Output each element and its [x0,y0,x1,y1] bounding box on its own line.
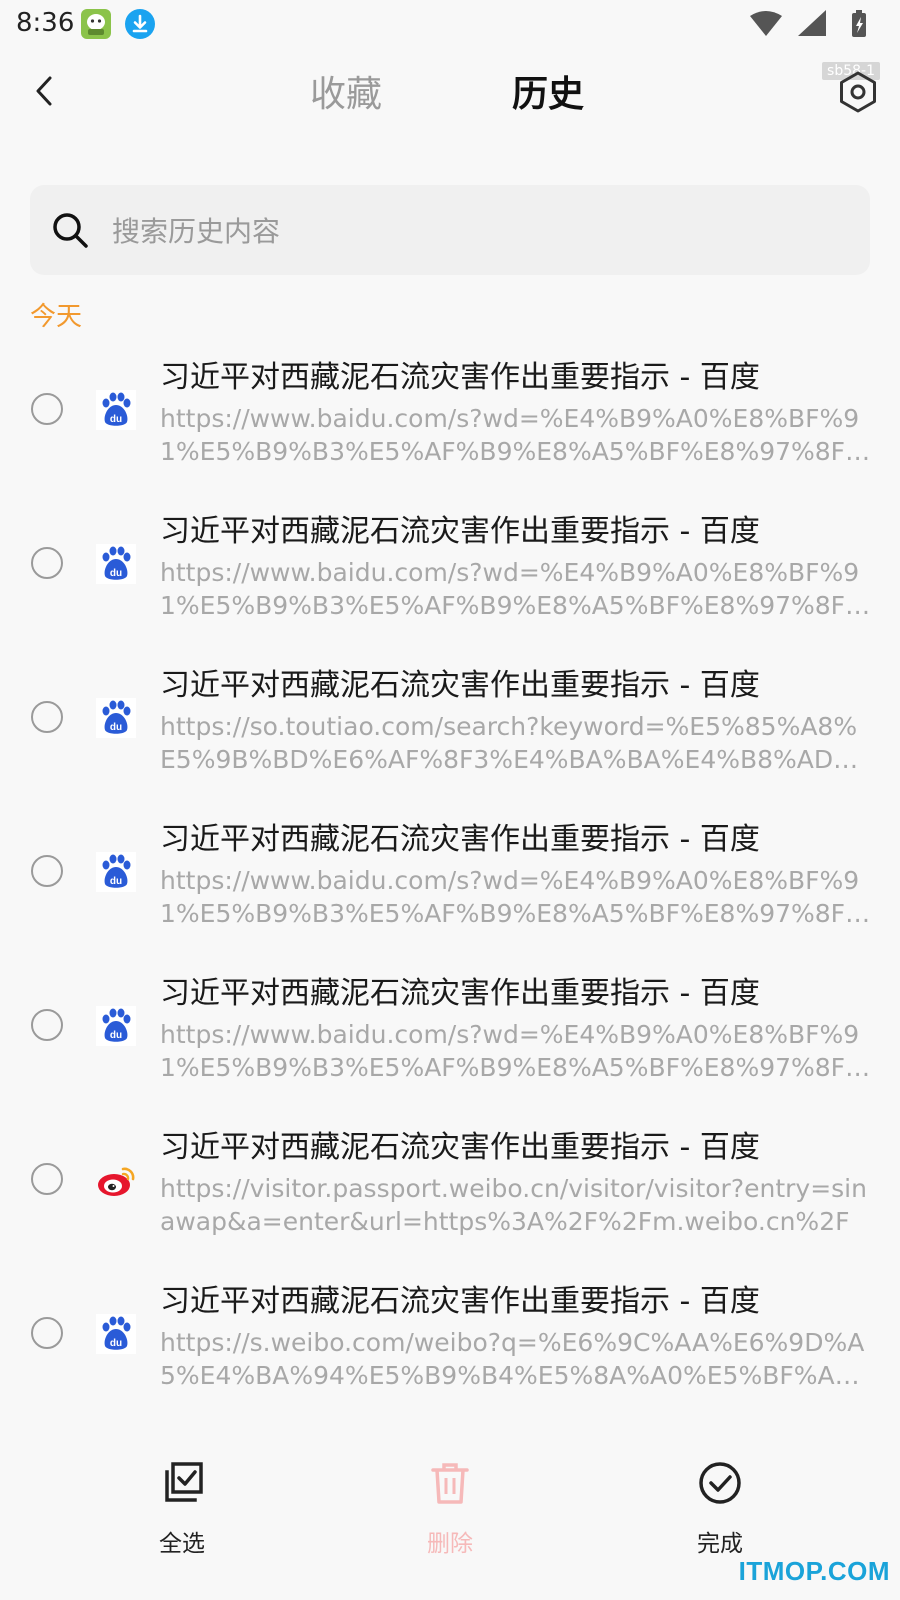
search-input[interactable] [110,185,854,277]
svg-text:du: du [110,1338,122,1349]
done-label: 完成 [697,1531,743,1557]
history-item-url: https://www.baidu.com/s?wd=%E4%B9%A0%E8%… [160,866,869,928]
svg-text:du: du [110,568,122,579]
history-item-title: 习近平对西藏泥石流灾害作出重要指示 - 百度 [160,822,760,857]
baidu-icon: du [96,698,136,738]
baidu-icon: du [96,544,136,584]
weibo-icon [98,1167,135,1196]
tab-favorites[interactable]: 收藏 [310,70,382,120]
back-button[interactable] [20,66,70,116]
history-item[interactable]: du 习近平对西藏泥石流灾害作出重要指示 - 百度 https://www.ba… [0,340,900,494]
delete-button[interactable]: 删除 [380,1460,520,1558]
select-all-icon [165,1462,203,1502]
history-item[interactable]: du 习近平对西藏泥石流灾害作出重要指示 - 百度 https://www.ba… [0,494,900,648]
history-item-title: 习近平对西藏泥石流灾害作出重要指示 - 百度 [160,1284,760,1319]
baidu-icon: du [96,1314,136,1354]
download-notification-icon [125,9,155,39]
tab-history[interactable]: 历史 [512,70,584,120]
wifi-icon [750,11,782,36]
history-item[interactable]: du 习近平对西藏泥石流灾害作出重要指示 - 百度 https://so.tou… [0,648,900,802]
item-checkbox[interactable] [31,393,63,425]
search-icon [53,213,88,248]
check-circle-icon [699,1462,741,1504]
svg-text:du: du [110,1030,122,1041]
select-all-label: 全选 [159,1531,205,1557]
history-item-title: 习近平对西藏泥石流灾害作出重要指示 - 百度 [160,1130,760,1165]
trash-icon [431,1463,469,1504]
history-item-url: https://so.toutiao.com/search?keyword=%E… [160,712,858,774]
item-checkbox[interactable] [31,547,63,579]
history-item-title: 习近平对西藏泥石流灾害作出重要指示 - 百度 [160,514,760,549]
history-item[interactable]: du 习近平对西藏泥石流灾害作出重要指示 - 百度 https://www.ba… [0,802,900,956]
baidu-icon: du [96,852,136,892]
item-checkbox[interactable] [31,1009,63,1041]
status-time: 8:36 [16,8,75,38]
svg-text:du: du [110,876,122,887]
history-item-title: 习近平对西藏泥石流灾害作出重要指示 - 百度 [160,360,760,395]
history-item-title: 习近平对西藏泥石流灾害作出重要指示 - 百度 [160,976,760,1011]
history-item-url: https://visitor.passport.weibo.cn/visito… [160,1174,867,1236]
item-checkbox[interactable] [31,1163,63,1195]
history-item[interactable]: 习近平对西藏泥石流灾害作出重要指示 - 百度 https://visitor.p… [0,1110,900,1264]
history-item-url: https://www.baidu.com/s?wd=%E4%B9%A0%E8%… [160,1020,869,1082]
status-indicators [750,10,866,37]
svg-text:du: du [110,414,122,425]
history-item[interactable]: du 习近平对西藏泥石流灾害作出重要指示 - 百度 https://www.ba… [0,956,900,1110]
history-item-url: https://www.baidu.com/s?wd=%E4%B9%A0%E8%… [160,404,869,466]
search-bar[interactable] [30,185,870,277]
history-item-url: https://www.baidu.com/s?wd=%E4%B9%A0%E8%… [160,558,869,620]
app-notification-icon [81,9,111,39]
signal-icon [798,10,826,36]
history-item-url: https://s.weibo.com/weibo?q=%E6%9C%AA%E6… [160,1328,865,1390]
delete-label: 删除 [427,1531,473,1557]
select-all-button[interactable]: 全选 [112,1460,252,1558]
svg-text:du: du [110,722,122,733]
settings-gear-icon[interactable] [836,70,880,114]
section-header-today: 今天 [30,302,83,332]
item-checkbox[interactable] [31,1317,63,1349]
item-checkbox[interactable] [31,855,63,887]
history-list: du 习近平对西藏泥石流灾害作出重要指示 - 百度 https://www.ba… [0,340,900,1418]
baidu-icon: du [96,390,136,430]
done-button[interactable]: 完成 [650,1460,790,1558]
history-item[interactable]: du 习近平对西藏泥石流灾害作出重要指示 - 百度 https://s.weib… [0,1264,900,1418]
baidu-icon: du [96,1006,136,1046]
status-bar: 8:36 [0,0,900,48]
item-checkbox[interactable] [31,701,63,733]
watermark: ITMOP.COM [738,1556,890,1586]
history-item-title: 习近平对西藏泥石流灾害作出重要指示 - 百度 [160,668,760,703]
